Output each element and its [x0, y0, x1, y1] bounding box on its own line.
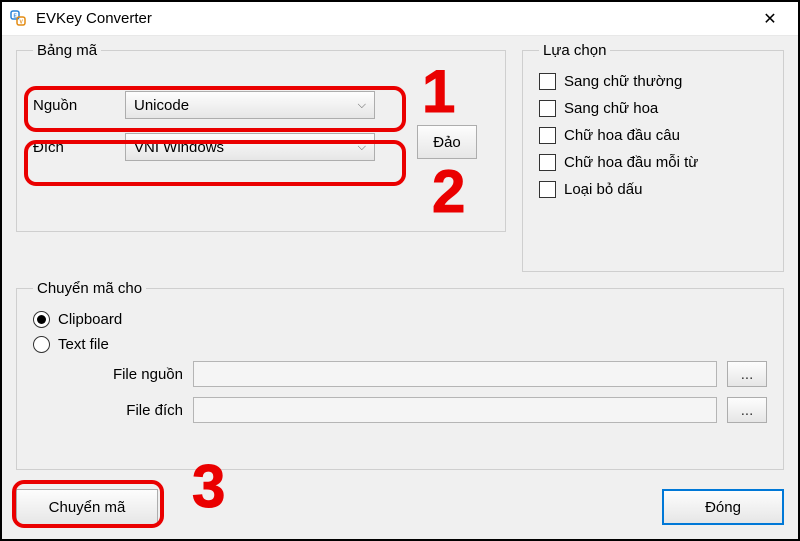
- chevron-down-icon: ⌵: [358, 141, 366, 154]
- file-source-input[interactable]: [193, 361, 717, 387]
- checkbox-title-case[interactable]: [539, 154, 556, 171]
- source-combo[interactable]: Unicode ⌵: [125, 91, 375, 119]
- file-dest-input[interactable]: [193, 397, 717, 423]
- legend-chuyenma: Chuyển mã cho: [33, 280, 146, 297]
- checkbox-uppercase[interactable]: [539, 100, 556, 117]
- radio-label: Text file: [58, 336, 109, 353]
- annotation-number-2: 2: [432, 162, 465, 222]
- radio-clipboard[interactable]: [33, 311, 50, 328]
- checkbox-label: Sang chữ hoa: [564, 100, 658, 117]
- file-dest-label: File đích: [93, 402, 183, 419]
- convert-button[interactable]: Chuyển mã: [16, 489, 158, 525]
- radio-label: Clipboard: [58, 311, 122, 328]
- browse-dest-button[interactable]: ...: [727, 397, 767, 423]
- checkbox-sentence-case[interactable]: [539, 127, 556, 144]
- dest-combo[interactable]: VNI Windows ⌵: [125, 133, 375, 161]
- chevron-down-icon: ⌵: [358, 99, 366, 112]
- groupbox-chuyenma: Chuyển mã cho Clipboard Text file File n…: [16, 280, 784, 470]
- window-title: EVKey Converter: [36, 10, 750, 27]
- annotation-number-3: 3: [192, 457, 225, 517]
- dest-combo-value: VNI Windows: [134, 139, 224, 156]
- checkbox-label: Loại bỏ dấu: [564, 181, 642, 198]
- source-label: Nguồn: [33, 97, 125, 114]
- titlebar: E V EVKey Converter ✕: [2, 2, 798, 36]
- checkbox-label: Chữ hoa đầu mỗi từ: [564, 154, 698, 171]
- radio-textfile[interactable]: [33, 336, 50, 353]
- checkbox-label: Chữ hoa đầu câu: [564, 127, 680, 144]
- close-dialog-button[interactable]: Đóng: [662, 489, 784, 525]
- annotation-number-1: 1: [422, 62, 455, 122]
- groupbox-luachon: Lựa chọn Sang chữ thường Sang chữ hoa Ch…: [522, 42, 784, 272]
- browse-source-button[interactable]: ...: [727, 361, 767, 387]
- legend-bangma: Bảng mã: [33, 42, 101, 59]
- close-button[interactable]: ✕: [750, 2, 790, 35]
- checkbox-label: Sang chữ thường: [564, 73, 682, 90]
- file-source-label: File nguồn: [93, 366, 183, 383]
- app-icon: E V: [10, 10, 28, 28]
- checkbox-remove-diacritics[interactable]: [539, 181, 556, 198]
- checkbox-lowercase[interactable]: [539, 73, 556, 90]
- dest-label: Đích: [33, 139, 125, 156]
- legend-luachon: Lựa chọn: [539, 42, 610, 59]
- swap-button[interactable]: Đảo: [417, 125, 477, 159]
- source-combo-value: Unicode: [134, 97, 189, 114]
